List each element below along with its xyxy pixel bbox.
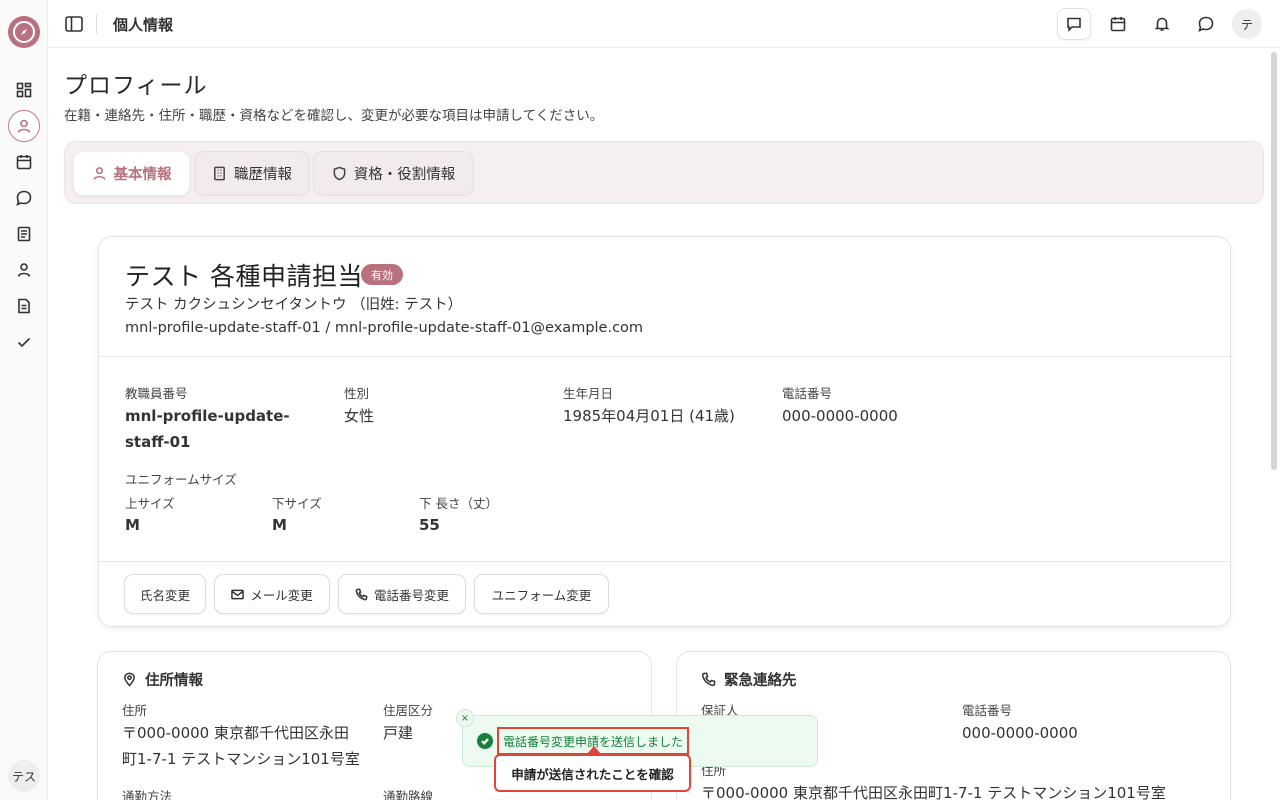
address-line-2: 町1-7-1 テストマンション101号室 bbox=[122, 750, 360, 768]
page-header-title: 個人情報 bbox=[113, 16, 174, 34]
tab-label: 資格・役割情報 bbox=[353, 167, 456, 183]
sidebar: テス bbox=[0, 0, 48, 800]
scrollbar-thumb[interactable] bbox=[1271, 52, 1277, 470]
page-title: プロフィール bbox=[64, 73, 208, 99]
annotation-callout: 申請が送信されたことを確認 bbox=[494, 754, 691, 792]
uniform-bottom-label: 下サイズ bbox=[272, 496, 322, 511]
phone-value: 000-0000-0000 bbox=[782, 407, 898, 425]
app-logo[interactable] bbox=[8, 16, 40, 48]
address-card-title: 住所情報 bbox=[122, 669, 203, 690]
sidebar-toggle-icon[interactable] bbox=[62, 12, 86, 36]
uniform-length-value: 55 bbox=[419, 516, 440, 534]
commute-label: 通勤方法 bbox=[122, 789, 173, 800]
phone-icon bbox=[355, 588, 368, 600]
uniform-change-button[interactable]: ユニフォーム変更 bbox=[474, 574, 609, 614]
profile-nav-icon[interactable] bbox=[8, 110, 40, 142]
profile-kana: テスト カクシュシンセイタントウ （旧姓: テスト） bbox=[125, 297, 463, 313]
divider bbox=[99, 561, 1230, 562]
tab-label: 基本情報 bbox=[113, 167, 172, 183]
dashboard-icon[interactable] bbox=[12, 78, 36, 102]
calendar-icon[interactable] bbox=[12, 150, 36, 174]
chat-icon[interactable] bbox=[12, 186, 36, 210]
map-pin-icon bbox=[124, 672, 135, 687]
gender-value: 女性 bbox=[344, 407, 375, 425]
button-label: 氏名変更 bbox=[139, 587, 190, 603]
phone-change-button[interactable]: 電話番号変更 bbox=[338, 574, 466, 614]
user-icon bbox=[93, 167, 105, 180]
staff-number-label: 教職員番号 bbox=[125, 386, 188, 401]
profile-card: テスト 各種申請担当 有効 テスト カクシュシンセイタントウ （旧姓: テスト）… bbox=[98, 236, 1231, 627]
button-label: メール変更 bbox=[250, 587, 313, 603]
notebook-icon[interactable] bbox=[12, 222, 36, 246]
header-avatar[interactable]: テ bbox=[1232, 9, 1262, 39]
page-subtitle: 在籍・連絡先・住所・職歴・資格などを確認し、変更が必要な項目は申請してください。 bbox=[64, 108, 604, 124]
gender-label: 性別 bbox=[344, 386, 370, 401]
staff-number-value: mnl-profile-update-staff-01 bbox=[125, 407, 290, 451]
tab-qualification-info[interactable]: 資格・役割情報 bbox=[313, 151, 474, 196]
route-label: 通勤路線 bbox=[383, 789, 434, 800]
status-badge: 有効 bbox=[361, 264, 403, 285]
tab-label: 職歴情報 bbox=[234, 167, 292, 183]
toast-close-button[interactable]: × bbox=[456, 709, 474, 727]
shield-icon bbox=[333, 166, 346, 181]
birth-label: 生年月日 bbox=[563, 386, 614, 401]
uniform-top-value: M bbox=[125, 516, 140, 534]
check-circle-icon bbox=[477, 733, 493, 749]
top-bar: 個人情報 テ bbox=[48, 0, 1280, 48]
header-divider bbox=[96, 14, 97, 34]
phone-icon bbox=[701, 672, 716, 687]
profile-tabs: 基本情報 職歴情報 資格・役割情報 bbox=[64, 141, 1264, 204]
bell-icon[interactable] bbox=[1145, 8, 1179, 40]
name-change-button[interactable]: 氏名変更 bbox=[124, 574, 206, 614]
document-icon[interactable] bbox=[12, 294, 36, 318]
user-avatar[interactable]: テス bbox=[8, 760, 40, 792]
uniform-section-label: ユニフォームサイズ bbox=[125, 472, 237, 487]
uniform-top-label: 上サイズ bbox=[125, 496, 175, 511]
uniform-length-label: 下 長さ（丈） bbox=[419, 496, 498, 511]
profile-name: テスト 各種申請担当 bbox=[125, 262, 363, 291]
birth-value: 1985年04月01日 (41歳) bbox=[563, 407, 735, 425]
emergency-phone-value: 000-0000-0000 bbox=[962, 724, 1078, 742]
check-icon[interactable] bbox=[12, 330, 36, 354]
residence-value: 戸建 bbox=[383, 724, 414, 742]
tab-career-info[interactable]: 職歴情報 bbox=[194, 151, 310, 196]
address-line-1: 〒000-0000 東京都千代田区永田 bbox=[122, 724, 349, 742]
profile-account: mnl-profile-update-staff-01 / mnl-profil… bbox=[125, 320, 644, 336]
calendar-header-icon[interactable] bbox=[1101, 8, 1135, 40]
feedback-icon[interactable] bbox=[1057, 8, 1091, 40]
mail-change-button[interactable]: メール変更 bbox=[214, 574, 330, 614]
emergency-card-title: 緊急連絡先 bbox=[701, 669, 797, 690]
button-label: ユニフォーム変更 bbox=[491, 587, 592, 603]
residence-label: 住居区分 bbox=[383, 703, 434, 718]
building-icon bbox=[214, 166, 225, 181]
tab-basic-info[interactable]: 基本情報 bbox=[73, 151, 190, 196]
callout-arrow bbox=[587, 746, 601, 754]
phone-label: 電話番号 bbox=[782, 386, 833, 401]
mail-icon bbox=[231, 589, 245, 599]
emergency-phone-label: 電話番号 bbox=[962, 703, 1013, 718]
address-label: 住所 bbox=[122, 703, 148, 718]
uniform-bottom-value: M bbox=[272, 516, 287, 534]
user-icon[interactable] bbox=[12, 258, 36, 282]
button-label: 電話番号変更 bbox=[373, 587, 449, 603]
emergency-address-value: 〒000-0000 東京都千代田区永田町1-7-1 テストマンション101号室 bbox=[701, 784, 1166, 800]
message-icon[interactable] bbox=[1189, 8, 1223, 40]
divider bbox=[99, 356, 1230, 357]
